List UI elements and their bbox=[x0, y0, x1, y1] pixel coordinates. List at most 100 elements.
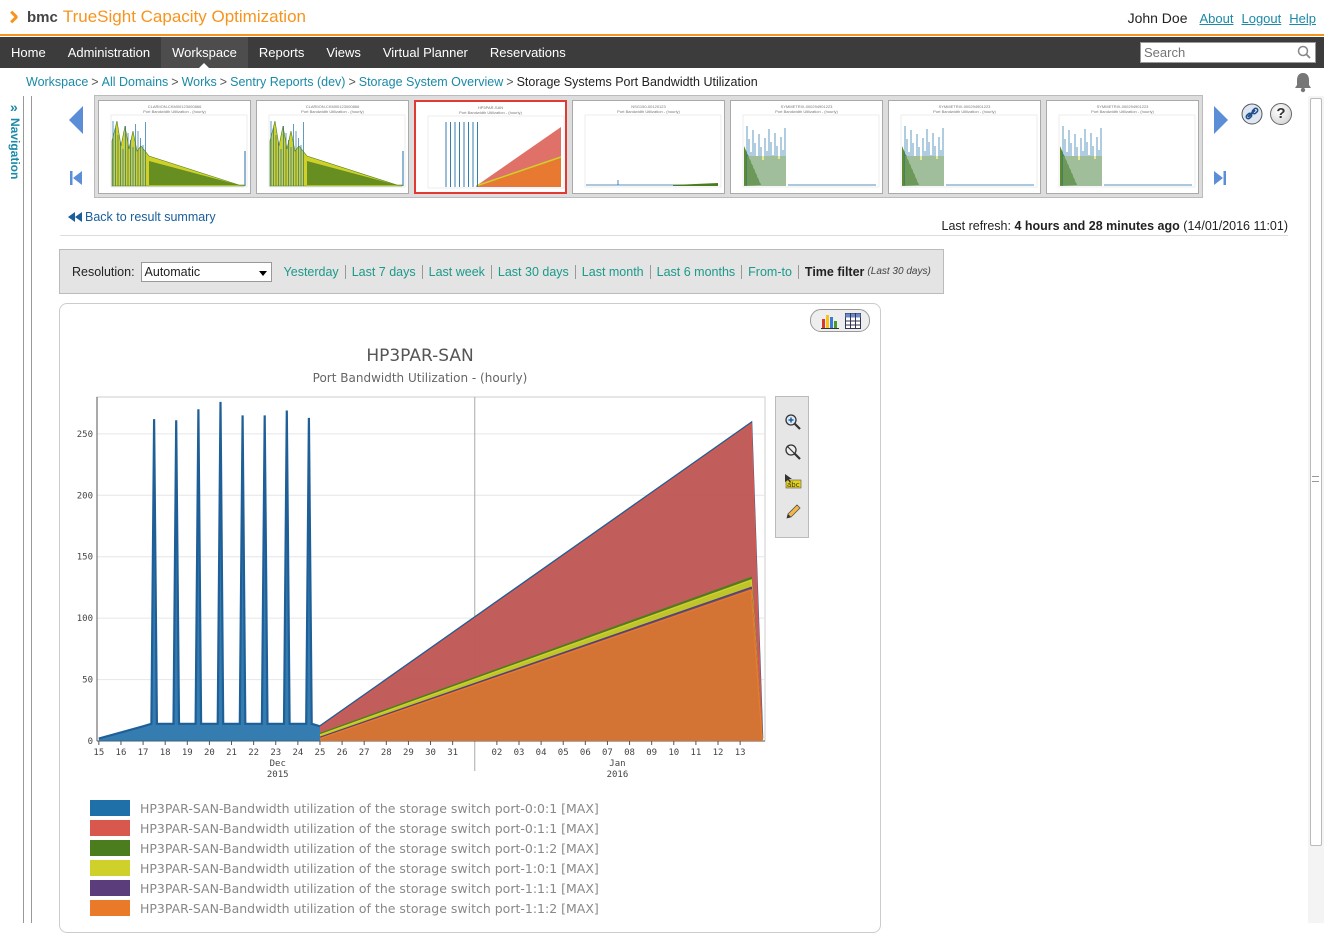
user-area: John Doe About Logout Help bbox=[1128, 10, 1316, 26]
page-scrollbar[interactable] bbox=[1308, 96, 1324, 923]
pencil-icon[interactable] bbox=[784, 503, 802, 521]
product-name: TrueSight Capacity Optimization bbox=[62, 7, 306, 26]
menu-home[interactable]: Home bbox=[0, 37, 57, 68]
breadcrumb-storage-overview[interactable]: Storage System Overview bbox=[359, 75, 504, 89]
bmc-logo[interactable]: bmc TrueSight Capacity Optimization bbox=[10, 7, 306, 27]
menu-views[interactable]: Views bbox=[315, 37, 371, 68]
thumbnail-chart bbox=[427, 115, 565, 189]
resolution-select[interactable]: Automatic bbox=[140, 261, 272, 282]
x-tick-label: 16 bbox=[116, 748, 127, 758]
next-arrow-icon[interactable] bbox=[1214, 106, 1228, 134]
search-input[interactable] bbox=[1141, 43, 1291, 62]
report-thumbnail[interactable]: CLARIION-CKM00123000866 Port Bandwidth Ut… bbox=[256, 100, 409, 194]
x-tick-label: 28 bbox=[381, 748, 392, 758]
legend-label: HP3PAR-SAN-Bandwidth utilization of the … bbox=[140, 840, 599, 856]
legend-label: HP3PAR-SAN-Bandwidth utilization of the … bbox=[140, 860, 599, 876]
breadcrumb-works[interactable]: Works bbox=[182, 75, 217, 89]
menu-workspace[interactable]: Workspace bbox=[161, 37, 248, 68]
x-tick-label: 15 bbox=[93, 748, 104, 758]
menu-administration[interactable]: Administration bbox=[57, 37, 161, 68]
y-tick-label: 0 bbox=[88, 737, 93, 747]
x-tick-label: 19 bbox=[182, 748, 193, 758]
search-icon[interactable] bbox=[1297, 45, 1311, 59]
legend-item[interactable]: HP3PAR-SAN-Bandwidth utilization of the … bbox=[90, 838, 599, 858]
x-tick-label: 27 bbox=[359, 748, 370, 758]
report-thumbnail[interactable]: SYMMETRIX-000294901223 Port Bandwidth Uti… bbox=[888, 100, 1041, 194]
help-icon[interactable]: ? bbox=[1270, 103, 1292, 125]
thumbnail-subtitle: Port Bandwidth Utilization - (hourly) bbox=[775, 109, 838, 114]
notification-bell-icon[interactable] bbox=[1292, 71, 1314, 93]
legend-item[interactable]: HP3PAR-SAN-Bandwidth utilization of the … bbox=[90, 858, 599, 878]
x-month-label: Jan bbox=[609, 759, 625, 769]
help-link[interactable]: Help bbox=[1289, 11, 1316, 26]
table-view-icon[interactable] bbox=[845, 313, 861, 329]
x-tick-label: 17 bbox=[138, 748, 149, 758]
x-tick-label: 10 bbox=[668, 748, 679, 758]
legend-swatch bbox=[90, 860, 130, 876]
navigation-label[interactable]: Navigation bbox=[8, 118, 22, 179]
x-tick-label: 06 bbox=[580, 748, 591, 758]
x-month-label: Dec bbox=[270, 759, 286, 769]
menu-reports[interactable]: Reports bbox=[248, 37, 316, 68]
report-thumbnail[interactable]: HP3PAR-SAN Port Bandwidth Utilization - (… bbox=[414, 100, 567, 194]
filter-from-to[interactable]: From-to bbox=[741, 264, 798, 279]
zoom-reset-icon[interactable] bbox=[784, 443, 802, 461]
x-tick-label: 18 bbox=[160, 748, 171, 758]
top-header: bmc TrueSight Capacity Optimization John… bbox=[0, 0, 1324, 36]
breadcrumb-all-domains[interactable]: All Domains bbox=[102, 75, 169, 89]
report-thumbnail[interactable]: SYMMETRIX-000294901223 Port Bandwidth Uti… bbox=[1046, 100, 1199, 194]
main-menu: Home Administration Workspace Reports Vi… bbox=[0, 37, 1324, 68]
report-thumbnail[interactable]: NSG150-00120123 Port Bandwidth Utilizatio… bbox=[572, 100, 725, 194]
back-link-text[interactable]: Back to result summary bbox=[85, 210, 216, 224]
refresh-ago: 4 hours and 28 minutes ago bbox=[1014, 219, 1180, 233]
legend-item[interactable]: HP3PAR-SAN-Bandwidth utilization of the … bbox=[90, 878, 599, 898]
legend-item[interactable]: HP3PAR-SAN-Bandwidth utilization of the … bbox=[90, 818, 599, 838]
thumbnail-chart bbox=[584, 114, 722, 188]
x-tick-label: 23 bbox=[270, 748, 281, 758]
x-tick-label: 22 bbox=[248, 748, 259, 758]
legend-swatch bbox=[90, 820, 130, 836]
thumbnail-chart bbox=[900, 114, 1038, 188]
report-thumbnail[interactable]: CLARIION-CKM00123000866 Port Bandwidth Ut… bbox=[98, 100, 251, 194]
thumbnail-subtitle: Port Bandwidth Utilization - (hourly) bbox=[617, 109, 680, 114]
filter-last-month[interactable]: Last month bbox=[574, 264, 650, 279]
legend-item[interactable]: HP3PAR-SAN-Bandwidth utilization of the … bbox=[90, 898, 599, 918]
filter-yesterday[interactable]: Yesterday bbox=[280, 265, 345, 279]
menu-virtual-planner[interactable]: Virtual Planner bbox=[372, 37, 479, 68]
breadcrumb-current: Storage Systems Port Bandwidth Utilizati… bbox=[516, 75, 758, 89]
nav-divider bbox=[23, 96, 24, 923]
x-tick-label: 02 bbox=[491, 748, 502, 758]
previous-arrow-icon[interactable] bbox=[69, 106, 83, 134]
legend-label: HP3PAR-SAN-Bandwidth utilization of the … bbox=[140, 900, 599, 916]
legend-swatch bbox=[90, 880, 130, 896]
x-tick-label: 11 bbox=[690, 748, 701, 758]
menu-reservations[interactable]: Reservations bbox=[479, 37, 577, 68]
breadcrumb-workspace[interactable]: Workspace bbox=[26, 75, 88, 89]
legend-item[interactable]: HP3PAR-SAN-Bandwidth utilization of the … bbox=[90, 798, 599, 818]
x-year-label: 2016 bbox=[607, 770, 629, 780]
chart-view-icon[interactable] bbox=[821, 313, 839, 329]
time-filter-bar: Resolution: Automatic Yesterday Last 7 d… bbox=[59, 249, 944, 294]
filter-last-7-days[interactable]: Last 7 days bbox=[344, 264, 422, 279]
breadcrumb-sentry-reports[interactable]: Sentry Reports (dev) bbox=[230, 75, 345, 89]
about-link[interactable]: About bbox=[1200, 11, 1234, 26]
refresh-stamp: (14/01/2016 11:01) bbox=[1183, 219, 1288, 233]
chart-title: HP3PAR-SAN bbox=[366, 346, 474, 366]
zoom-in-icon[interactable] bbox=[784, 413, 802, 431]
chart-legend: HP3PAR-SAN-Bandwidth utilization of the … bbox=[90, 798, 599, 918]
navigation-panel[interactable]: » Navigation bbox=[0, 96, 32, 923]
permalink-icon[interactable] bbox=[1241, 103, 1263, 125]
filter-last-6-months[interactable]: Last 6 months bbox=[649, 264, 742, 279]
x-tick-label: 30 bbox=[425, 748, 436, 758]
resolution-label: Resolution: bbox=[72, 264, 135, 279]
filter-last-30-days[interactable]: Last 30 days bbox=[490, 264, 575, 279]
report-thumbnail[interactable]: SYMMETRIX-000294901223 Port Bandwidth Uti… bbox=[730, 100, 883, 194]
last-page-icon[interactable] bbox=[1213, 169, 1227, 187]
expand-nav-icon[interactable]: » bbox=[10, 99, 18, 115]
filter-last-week[interactable]: Last week bbox=[421, 264, 491, 279]
annotation-icon[interactable]: abc bbox=[784, 473, 802, 491]
logout-link[interactable]: Logout bbox=[1241, 11, 1281, 26]
back-to-summary[interactable]: Back to result summary bbox=[67, 210, 216, 224]
first-page-icon[interactable] bbox=[69, 169, 83, 187]
scrollbar-thumb[interactable] bbox=[1310, 98, 1322, 846]
